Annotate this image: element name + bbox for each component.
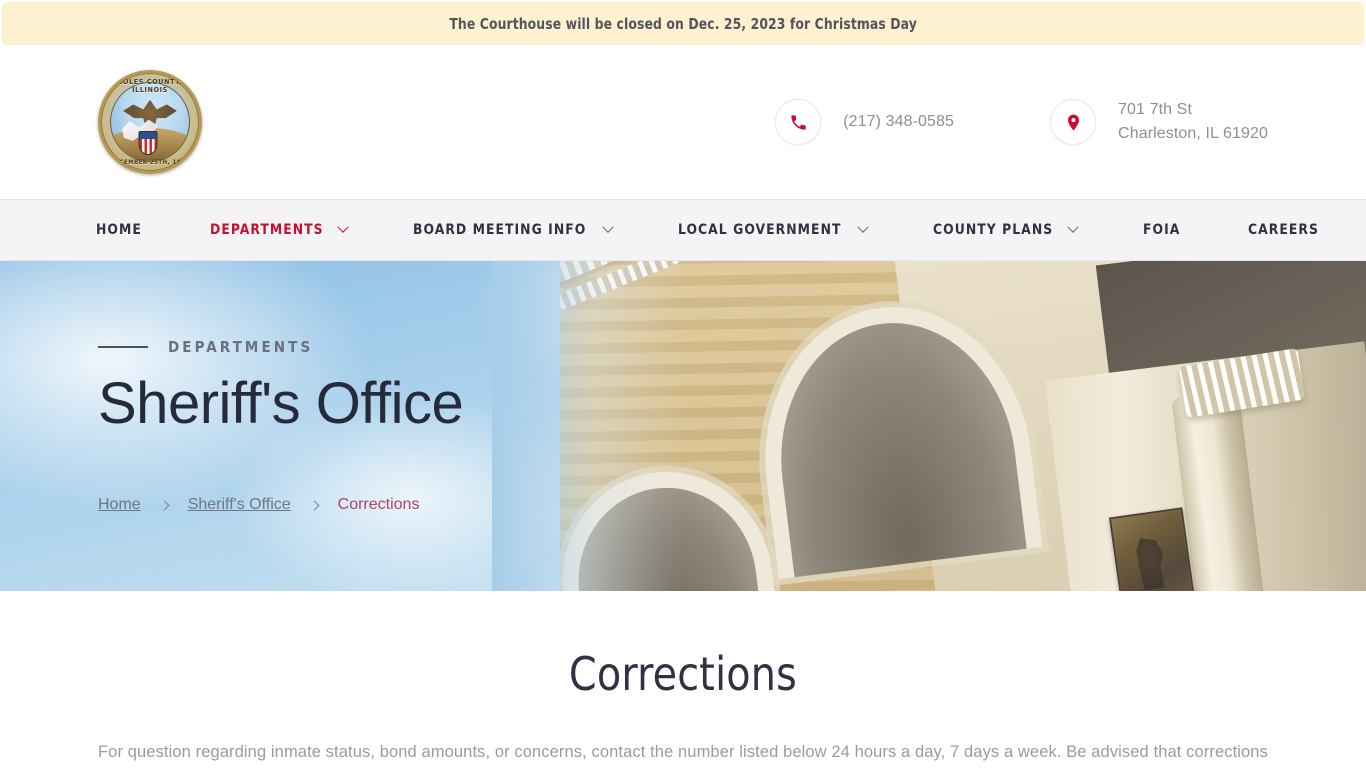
chevron-down-icon: [337, 221, 349, 233]
nav-item-departments[interactable]: DEPARTMENTS: [177, 221, 380, 238]
breadcrumb-item-sheriffs-office[interactable]: Sheriff's Office: [188, 496, 291, 514]
nav-list: HOME DEPARTMENTS BOARD MEETING INFO LOCA…: [96, 221, 1366, 238]
address-line-1: 701 7th St: [1118, 101, 1192, 118]
nav-item-home[interactable]: HOME: [96, 222, 177, 238]
seal-bottom-text: DECEMBER 25TH, 1830: [110, 159, 190, 166]
nav-item-label: DEPARTMENTS: [210, 222, 324, 238]
chevron-right-icon: [309, 500, 320, 511]
lincoln-bronze-plaque: [1108, 507, 1195, 591]
header-phone-number[interactable]: (217) 348-0585: [843, 110, 954, 134]
breadcrumb-item-home[interactable]: Home: [98, 496, 141, 514]
hero-gradient-overlay: [491, 261, 683, 591]
chevron-down-icon: [602, 221, 615, 233]
nav-item-label: BOARD MEETING INFO: [412, 222, 587, 238]
nav-item-board-meeting-info[interactable]: BOARD MEETING INFO: [380, 221, 645, 238]
breadcrumb: Home Sheriff's Office Corrections: [98, 496, 463, 514]
header-contact-group: (217) 348-0585 701 7th St Charleston, IL…: [775, 98, 1268, 146]
main-content: Corrections For question regarding inmat…: [0, 591, 1366, 768]
hero-eyebrow-label: DEPARTMENTS: [168, 337, 314, 356]
phone-icon: [775, 99, 822, 145]
nav-item-label: CAREERS: [1248, 222, 1320, 238]
main-navigation: HOME DEPARTMENTS BOARD MEETING INFO LOCA…: [0, 199, 1366, 261]
site-header: COLES COUNTY, ILLINOIS DECEMBER 25TH, 18…: [0, 45, 1366, 199]
seal-top-text: COLES COUNTY, ILLINOIS: [117, 78, 183, 94]
site-alert-banner: The Courthouse will be closed on Dec. 25…: [2, 2, 1364, 45]
content-heading: Corrections: [568, 647, 798, 701]
chevron-down-icon: [857, 221, 870, 233]
chevron-right-icon: [159, 500, 170, 511]
chevron-down-icon: [1067, 221, 1079, 233]
nav-item-label: HOME: [96, 222, 142, 238]
header-address[interactable]: 701 7th St Charleston, IL 61920: [1118, 98, 1268, 146]
nav-item-contact[interactable]: CONTACT: [1356, 222, 1366, 238]
breadcrumb-item-corrections: Corrections: [337, 496, 420, 514]
nav-item-local-government[interactable]: LOCAL GOVERNMENT: [645, 221, 900, 238]
page-hero: DEPARTMENTS Sheriff's Office Home Sherif…: [0, 261, 1366, 591]
nav-item-label: LOCAL GOVERNMENT: [678, 222, 842, 238]
nav-item-label: FOIA: [1142, 222, 1181, 238]
coles-county-seal-icon: COLES COUNTY, ILLINOIS DECEMBER 25TH, 18…: [98, 70, 202, 174]
header-address-block[interactable]: 701 7th St Charleston, IL 61920: [1050, 98, 1268, 146]
alert-banner-text: The Courthouse will be closed on Dec. 25…: [449, 14, 917, 33]
hero-content: DEPARTMENTS Sheriff's Office Home Sherif…: [98, 261, 464, 591]
nav-item-county-plans[interactable]: COUNTY PLANS: [900, 221, 1110, 238]
nav-item-foia[interactable]: FOIA: [1110, 222, 1215, 238]
nav-item-label: COUNTY PLANS: [933, 222, 1054, 238]
content-paragraph: For question regarding inmate status, bo…: [98, 743, 1268, 761]
page-title: Sheriff's Office: [98, 370, 464, 436]
eyebrow-dash: [98, 345, 148, 348]
nav-item-careers[interactable]: CAREERS: [1215, 222, 1356, 238]
address-line-2: Charleston, IL 61920: [1118, 125, 1268, 142]
site-logo-link[interactable]: COLES COUNTY, ILLINOIS DECEMBER 25TH, 18…: [98, 70, 202, 174]
map-pin-icon: [1050, 99, 1097, 145]
header-phone-block[interactable]: (217) 348-0585: [775, 99, 954, 145]
hero-eyebrow: DEPARTMENTS: [98, 338, 463, 356]
